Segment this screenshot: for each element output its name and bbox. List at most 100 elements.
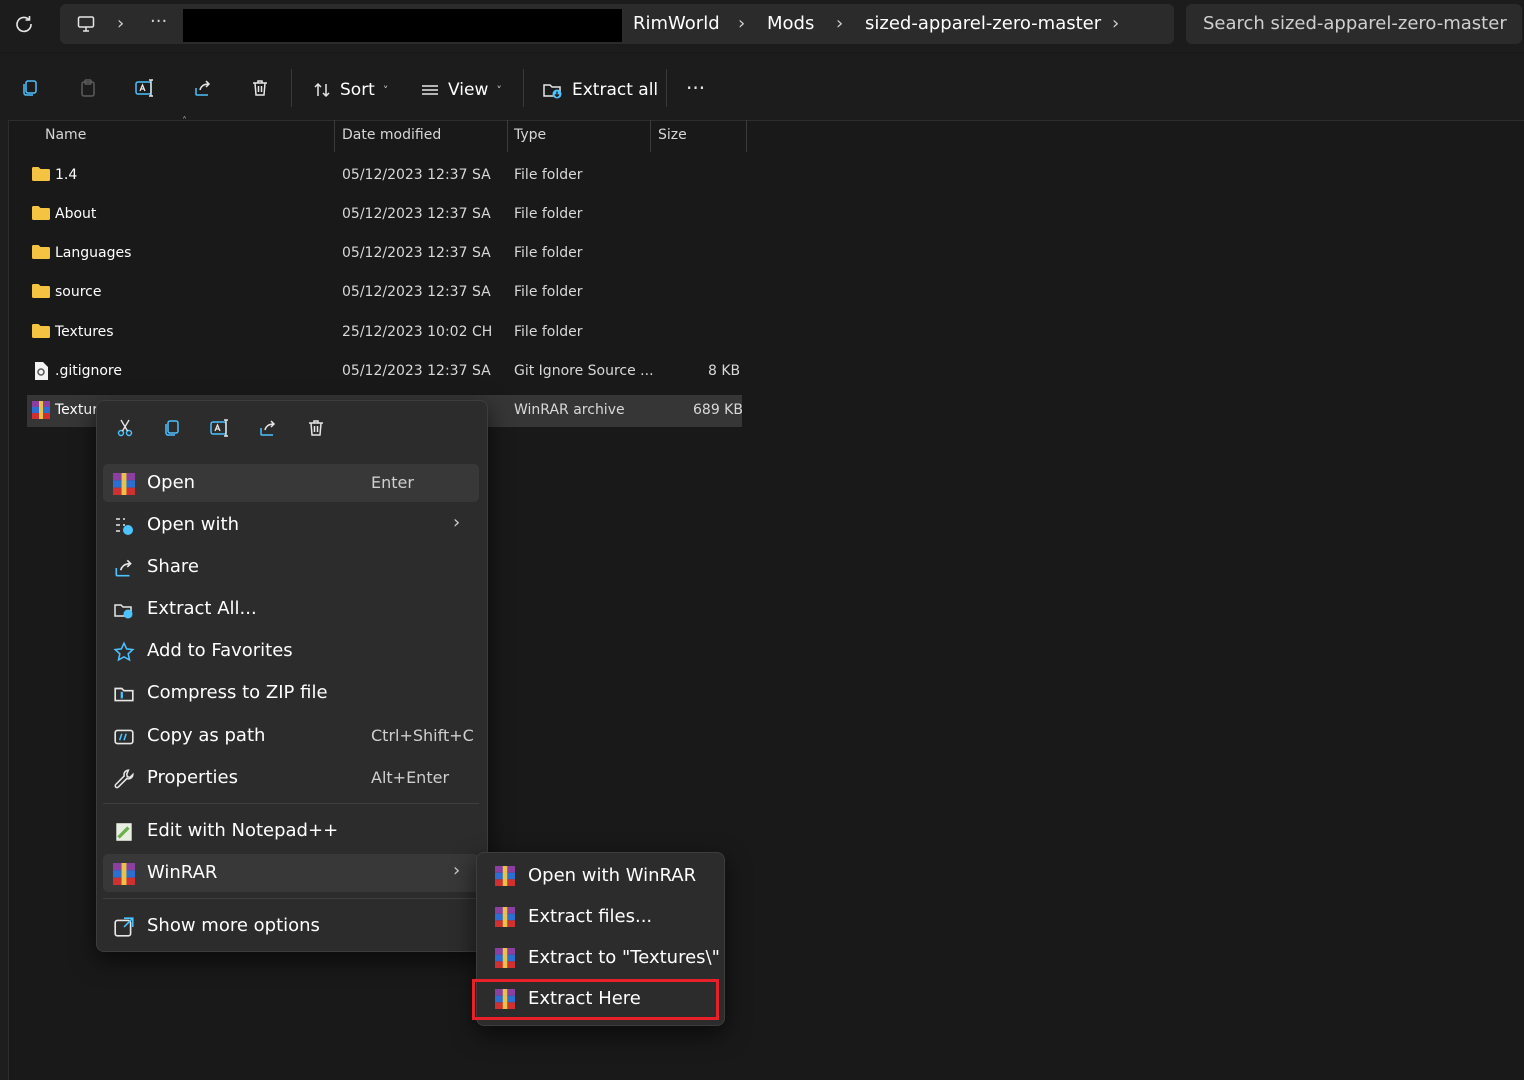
extract-all-label: Extract all: [572, 80, 659, 100]
extract-here-highlight: [472, 979, 719, 1020]
delete-icon[interactable]: [246, 74, 274, 102]
file-name: .gitignore: [55, 363, 122, 379]
sort-label: Sort: [340, 80, 375, 100]
share-icon[interactable]: [189, 74, 217, 102]
file-date: 05/12/2023 12:37 SA: [342, 245, 491, 261]
refresh-icon[interactable]: [10, 10, 38, 38]
computer-icon[interactable]: [72, 10, 100, 38]
file-type: File folder: [514, 284, 583, 300]
column-divider[interactable]: [650, 120, 651, 152]
command-bar: [0, 54, 1524, 121]
file-type: File folder: [514, 206, 583, 222]
chevron-right-icon[interactable]: ›: [1112, 12, 1119, 36]
breadcrumb-rimworld[interactable]: RimWorld: [633, 12, 720, 36]
menu-item-label: Open with: [147, 514, 239, 535]
chevron-right-icon[interactable]: ›: [738, 12, 745, 36]
winrar-icon: [495, 866, 515, 886]
menu-item-show-more-options[interactable]: Show more options: [103, 907, 479, 945]
breadcrumb-mods[interactable]: Mods: [767, 12, 814, 36]
menu-item-label: Copy as path: [147, 725, 266, 746]
column-header-date[interactable]: Date modified: [342, 127, 441, 143]
toolbar-separator: [523, 69, 524, 107]
menu-item-open[interactable]: Open Enter: [103, 464, 479, 502]
file-icon: [35, 362, 48, 380]
menu-item-copy-as-path[interactable]: Copy as path Ctrl+Shift+C: [103, 717, 479, 755]
menu-item-extract-all[interactable]: Extract All...: [103, 590, 479, 628]
file-type: File folder: [514, 324, 583, 340]
chevron-down-icon: ˅: [382, 83, 389, 97]
column-header-size[interactable]: Size: [658, 127, 687, 143]
breadcrumb-current-folder[interactable]: sized-apparel-zero-master: [865, 12, 1101, 36]
rename-icon[interactable]: [206, 414, 234, 442]
menu-item-add-to-favorites[interactable]: Add to Favorites: [103, 632, 479, 670]
rename-icon[interactable]: [131, 74, 159, 102]
copy-icon[interactable]: [158, 414, 186, 442]
column-divider[interactable]: [746, 120, 747, 152]
submenu-item-extract-files[interactable]: Extract files...: [483, 899, 716, 936]
file-date: 25/12/2023 10:02 CH: [342, 324, 493, 340]
file-row[interactable]: 1.4 05/12/2023 12:37 SA File folder: [27, 160, 742, 192]
submenu-item-open-with-winrar[interactable]: Open with WinRAR: [483, 858, 716, 895]
file-row[interactable]: About 05/12/2023 12:37 SA File folder: [27, 199, 742, 231]
star-icon: [113, 641, 135, 662]
submenu-item-extract-to-folder[interactable]: Extract to "Textures\": [483, 940, 720, 977]
winrar-icon: [113, 863, 135, 885]
menu-item-shortcut: Enter: [371, 473, 414, 492]
view-label: View: [448, 80, 489, 100]
chevron-right-icon[interactable]: ›: [117, 12, 124, 36]
file-name: Textures: [55, 324, 114, 340]
menu-item-winrar[interactable]: WinRAR ›: [103, 854, 479, 892]
menu-item-open-with[interactable]: Open with ›: [103, 506, 479, 544]
file-row[interactable]: source 05/12/2023 12:37 SA File folder: [27, 277, 742, 309]
winrar-icon: [495, 907, 515, 927]
more-breadcrumbs-icon[interactable]: ···: [150, 10, 167, 34]
sort-button[interactable]: Sort ˅: [312, 80, 388, 100]
menu-separator: [103, 803, 479, 804]
menu-item-shortcut: Ctrl+Shift+C: [371, 726, 474, 745]
search-box[interactable]: Search sized-apparel-zero-master: [1186, 4, 1522, 44]
menu-item-label: Compress to ZIP file: [147, 682, 328, 703]
submenu-item-label: Open with WinRAR: [528, 865, 697, 886]
chevron-right-icon: ›: [453, 860, 461, 881]
share-icon: [115, 559, 132, 577]
folder-icon: [32, 284, 50, 298]
menu-item-label: WinRAR: [147, 862, 218, 883]
cut-icon[interactable]: [111, 414, 139, 442]
winrar-icon: [113, 473, 135, 495]
menu-item-label: Share: [147, 556, 199, 577]
more-options-icon[interactable]: ···: [686, 76, 705, 100]
menu-item-label: Add to Favorites: [147, 640, 293, 661]
menu-item-share[interactable]: Share: [103, 548, 479, 586]
column-divider[interactable]: [507, 120, 508, 152]
file-row[interactable]: Languages 05/12/2023 12:37 SA File folde…: [27, 238, 742, 270]
file-date: 05/12/2023 12:37 SA: [342, 167, 491, 183]
file-type: File folder: [514, 167, 583, 183]
more-options-icon: [114, 917, 134, 937]
file-row[interactable]: Textures 25/12/2023 10:02 CH File folder: [27, 317, 742, 349]
menu-item-properties[interactable]: Properties Alt+Enter: [103, 759, 479, 797]
file-name: Languages: [55, 245, 132, 261]
file-name: source: [55, 284, 102, 300]
menu-item-shortcut: Alt+Enter: [371, 768, 450, 787]
menu-item-compress-zip[interactable]: Compress to ZIP file: [103, 674, 479, 712]
chevron-right-icon: ›: [453, 512, 461, 533]
file-size: 689 KB: [693, 402, 743, 418]
path-icon: [114, 729, 134, 745]
delete-icon[interactable]: [302, 414, 330, 442]
view-icon: [422, 85, 438, 95]
extract-all-button[interactable]: Extract all: [542, 80, 658, 100]
column-header-type[interactable]: Type: [514, 127, 546, 143]
file-name: 1.4: [55, 167, 78, 183]
copy-icon[interactable]: [16, 74, 44, 102]
paste-icon[interactable]: [74, 74, 102, 102]
menu-item-label: Show more options: [147, 915, 320, 936]
share-icon[interactable]: [254, 414, 282, 442]
column-header-name[interactable]: Name: [45, 127, 86, 143]
chevron-right-icon[interactable]: ›: [836, 12, 843, 36]
view-button[interactable]: View ˅: [420, 80, 502, 100]
file-row[interactable]: .gitignore 05/12/2023 12:37 SA Git Ignor…: [27, 356, 742, 388]
column-divider[interactable]: [334, 120, 335, 152]
toolbar-separator: [666, 69, 667, 107]
toolbar-separator: [291, 69, 292, 107]
menu-item-edit-notepad-plus-plus[interactable]: Edit with Notepad++: [103, 812, 479, 850]
